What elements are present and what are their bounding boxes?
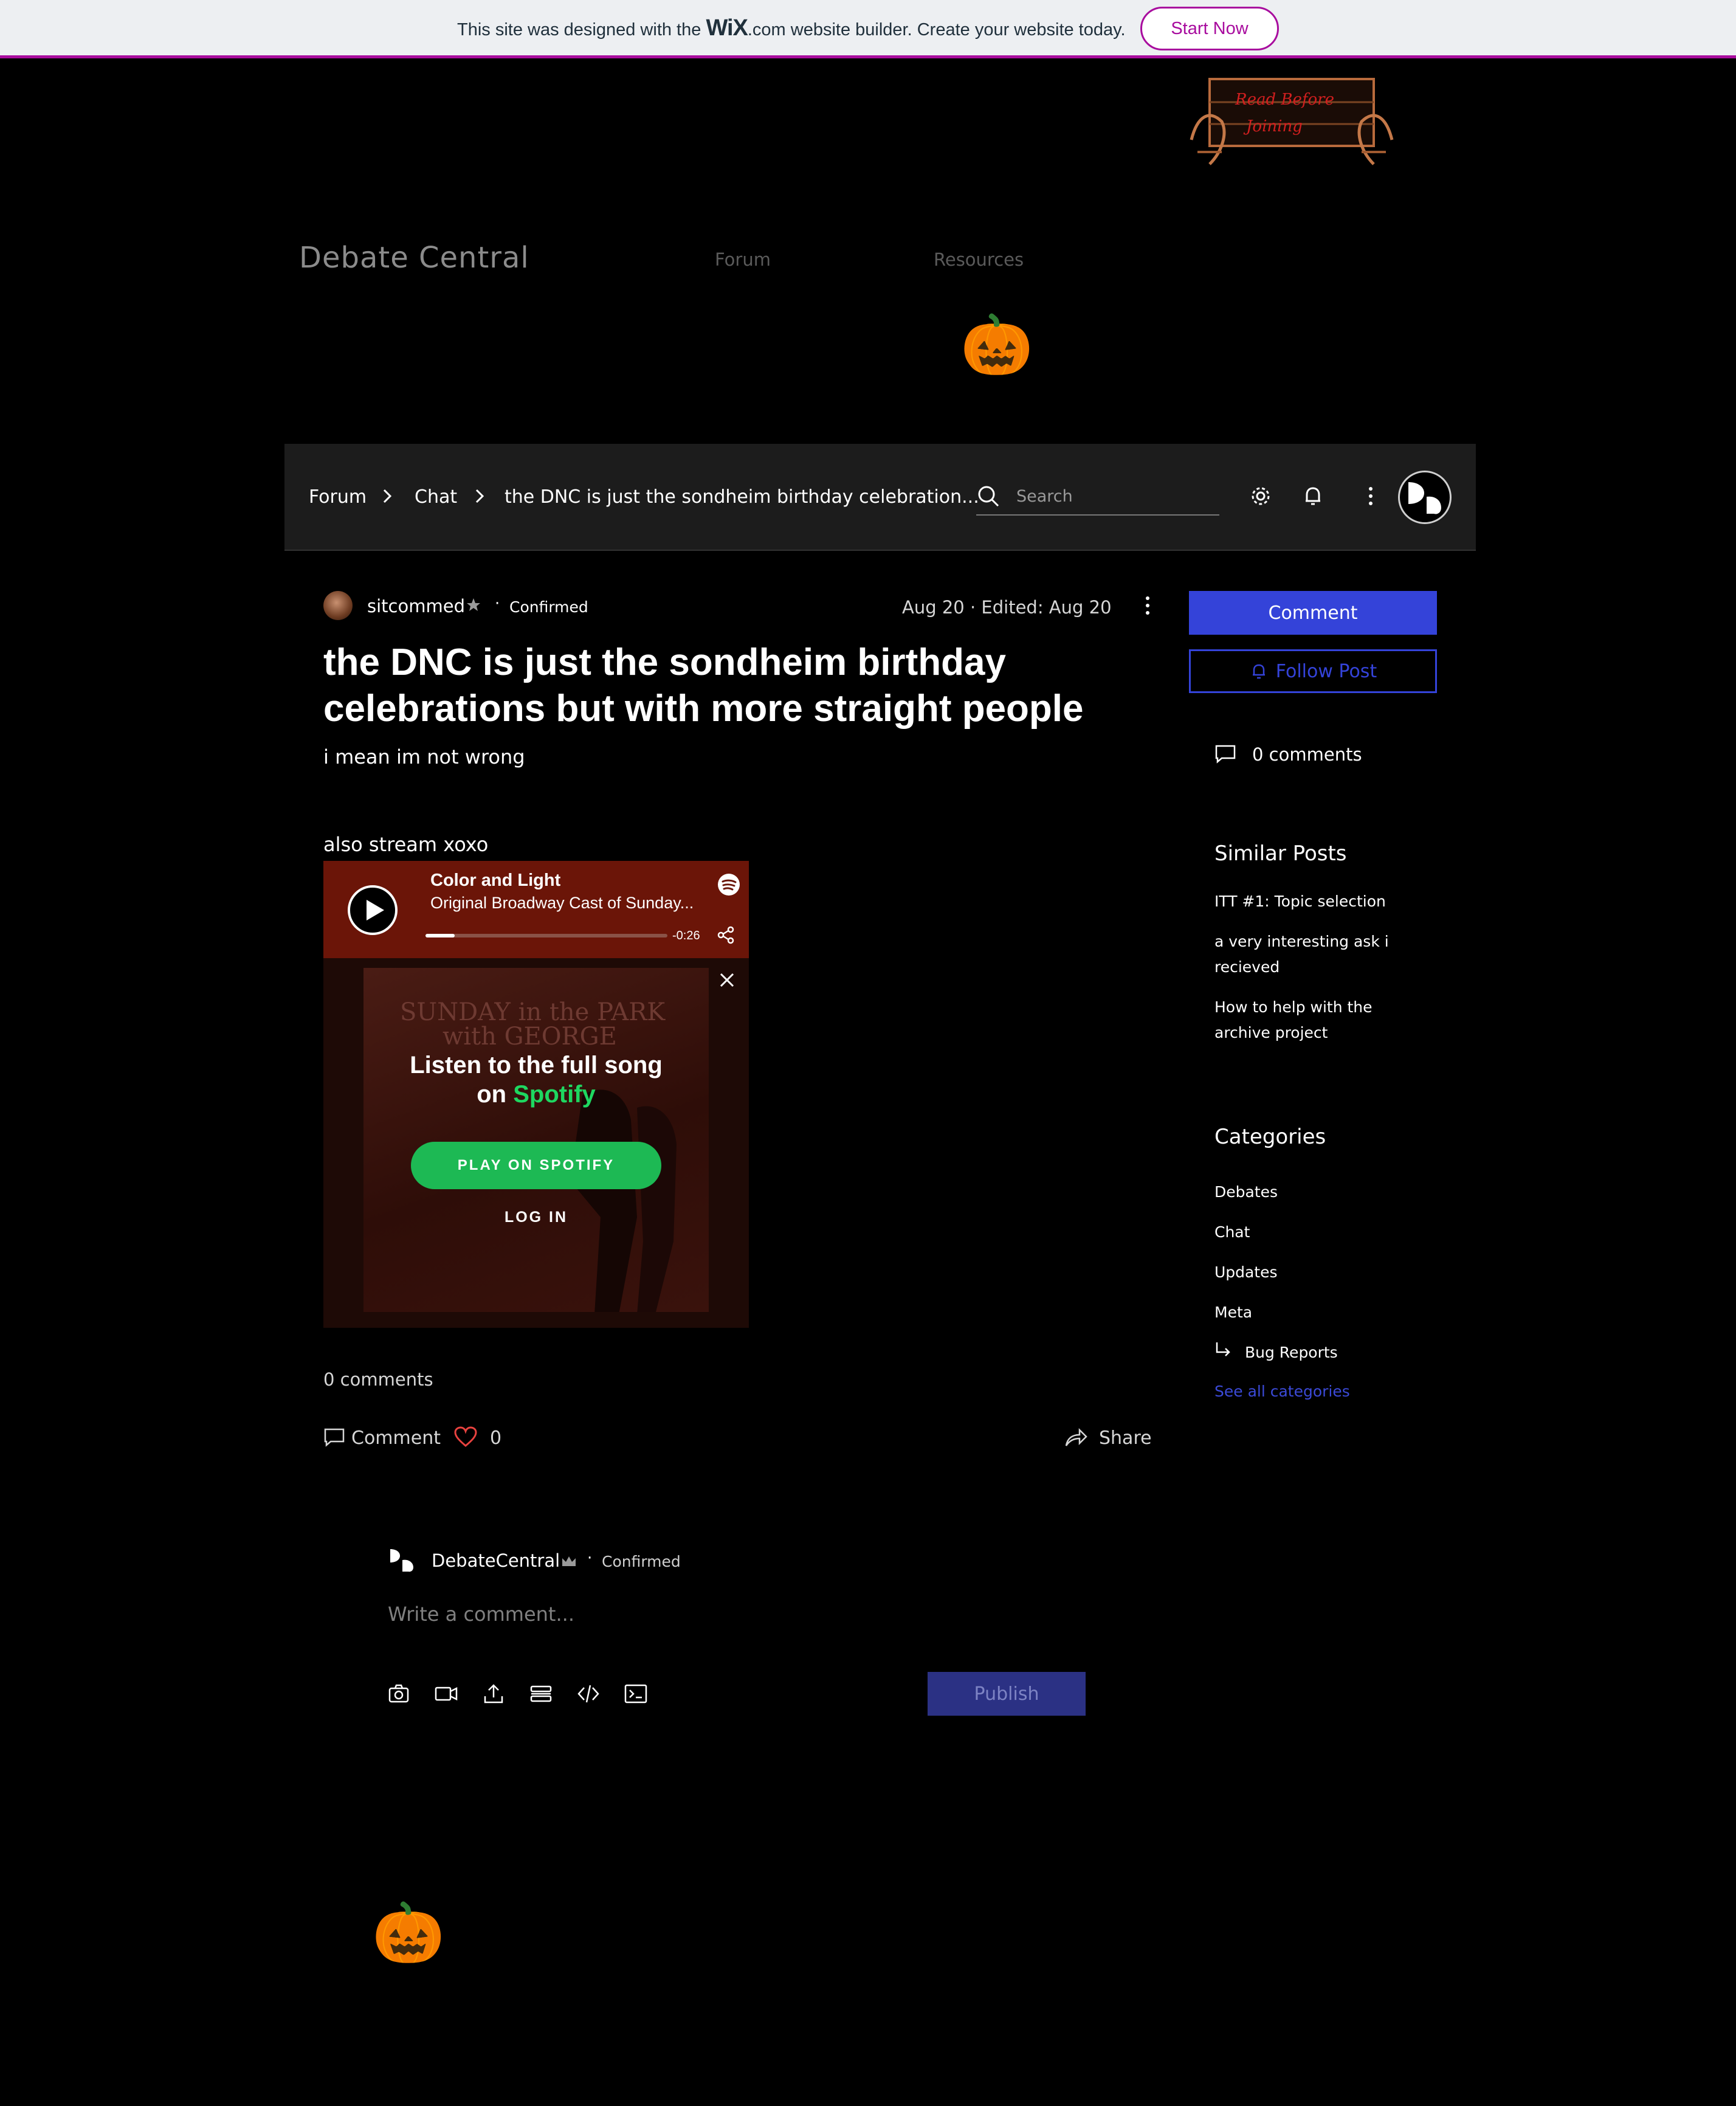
post-comments-count: 0 comments xyxy=(323,1369,433,1390)
post-title: the DNC is just the sondheim birthday ce… xyxy=(323,641,1084,730)
nav-forum[interactable]: Forum xyxy=(715,249,771,270)
chevron-right-icon xyxy=(383,489,392,503)
post-more-options-icon[interactable] xyxy=(1140,593,1155,618)
site-title[interactable]: Debate Central xyxy=(299,241,529,275)
nav-resources[interactable]: Resources xyxy=(934,249,1024,270)
album-art-image: SUNDAY in the PARK with GEORGE xyxy=(363,968,709,1312)
code-icon[interactable] xyxy=(576,1682,601,1706)
category-link-updates[interactable]: Updates xyxy=(1214,1260,1278,1285)
commenter-name: DebateCentral xyxy=(432,1550,560,1571)
pumpkin-decoration: 🎃 xyxy=(960,311,1033,379)
categories-heading: Categories xyxy=(1214,1125,1326,1149)
separator-dot: · xyxy=(587,1549,593,1567)
start-now-button[interactable]: Start Now xyxy=(1140,7,1279,50)
comment-icon xyxy=(1215,745,1236,764)
similar-post-link[interactable]: a very interesting ask i recieved xyxy=(1214,929,1421,980)
bell-icon xyxy=(1252,664,1265,679)
pumpkin-decoration-footer: 🎃 xyxy=(372,1899,445,1967)
play-on-spotify-button[interactable]: PLAY ON SPOTIFY xyxy=(411,1142,661,1189)
category-link-meta[interactable]: Meta xyxy=(1214,1300,1252,1325)
commenter-badge: Confirmed xyxy=(602,1553,681,1570)
breadcrumb-forum[interactable]: Forum xyxy=(309,486,367,508)
spotify-login-link[interactable]: LOG IN xyxy=(411,1209,661,1226)
post-body: i mean im not wrong xyxy=(323,745,525,768)
album-art-subtitle: with GEORGE xyxy=(443,1023,617,1051)
sidebar-comments-count: 0 comments xyxy=(1252,744,1362,765)
commenter-avatar xyxy=(390,1549,413,1572)
similar-posts-heading: Similar Posts xyxy=(1214,841,1347,866)
publish-button[interactable]: Publish xyxy=(928,1672,1086,1716)
spotify-progress-fill xyxy=(425,934,455,937)
follow-post-button[interactable]: Follow Post xyxy=(1189,649,1437,693)
embed-icon[interactable] xyxy=(624,1682,648,1706)
comment-action[interactable]: Comment xyxy=(351,1428,441,1449)
read-before-joining-sign-image[interactable]: Read Before Joining xyxy=(1185,61,1398,170)
gear-icon[interactable] xyxy=(1249,484,1273,508)
post-date: Aug 20 · Edited: Aug 20 xyxy=(902,597,1112,618)
share-icon[interactable] xyxy=(716,925,735,945)
sign-text-line2: Joining xyxy=(1243,117,1303,136)
separator-dot: · xyxy=(495,595,500,613)
post-edited: Edited: Aug 20 xyxy=(981,597,1112,618)
crown-icon xyxy=(562,1556,576,1566)
sidebar-comment-button[interactable]: Comment xyxy=(1189,591,1437,635)
follow-post-label: Follow Post xyxy=(1275,660,1377,682)
author-avatar[interactable] xyxy=(323,591,353,620)
similar-post-link[interactable]: How to help with the archive project xyxy=(1214,995,1421,1046)
play-icon[interactable] xyxy=(346,884,399,936)
close-icon[interactable] xyxy=(717,970,737,990)
like-count: 0 xyxy=(490,1428,502,1449)
star-icon xyxy=(467,598,480,611)
more-options-icon[interactable] xyxy=(1362,484,1380,508)
similar-post-link[interactable]: ITT #1: Topic selection xyxy=(1214,889,1421,914)
category-link-chat[interactable]: Chat xyxy=(1214,1220,1250,1245)
heart-icon[interactable] xyxy=(453,1426,478,1448)
wix-banner-text: This site was designed with the WiX.com … xyxy=(457,15,1126,41)
comment-icon[interactable] xyxy=(323,1426,345,1448)
author-badge: Confirmed xyxy=(509,598,588,616)
spotify-listen-prompt: Listen to the full song on Spotify xyxy=(410,1052,663,1108)
spotify-progress-bar[interactable] xyxy=(425,934,667,937)
subcategory-arrow-icon xyxy=(1216,1342,1230,1356)
breadcrumb-current-post: the DNC is just the sondheim birthday ce… xyxy=(505,486,979,508)
divider-icon[interactable] xyxy=(529,1682,553,1706)
user-avatar[interactable] xyxy=(1398,471,1452,524)
sign-text-line1: Read Before xyxy=(1235,91,1334,109)
category-link-bug-reports[interactable]: Bug Reports xyxy=(1245,1340,1338,1365)
author-name[interactable]: sitcommed xyxy=(367,596,465,616)
breadcrumb-chat[interactable]: Chat xyxy=(415,486,457,508)
see-all-categories-link[interactable]: See all categories xyxy=(1214,1383,1350,1400)
share-arrow-icon[interactable] xyxy=(1064,1426,1088,1448)
spotify-logo-icon[interactable] xyxy=(717,873,740,896)
video-icon[interactable] xyxy=(434,1682,458,1706)
wix-logo[interactable]: WiX xyxy=(706,15,748,41)
chevron-right-icon xyxy=(475,489,484,503)
spotify-artist[interactable]: Original Broadway Cast of Sunday... xyxy=(430,894,694,913)
share-action[interactable]: Share xyxy=(1099,1428,1152,1449)
camera-icon[interactable] xyxy=(387,1682,411,1706)
comment-input[interactable] xyxy=(388,1599,1081,1629)
spotify-track-title[interactable]: Color and Light xyxy=(430,871,560,891)
search-underline xyxy=(976,514,1219,516)
post-body-stream: also stream xoxo xyxy=(323,833,489,856)
search-input[interactable] xyxy=(1016,484,1217,508)
category-link-debates[interactable]: Debates xyxy=(1214,1179,1278,1205)
upload-icon[interactable] xyxy=(481,1682,506,1706)
bell-icon[interactable] xyxy=(1301,484,1325,508)
spotify-time-remaining: -0:26 xyxy=(672,929,700,942)
search-icon[interactable] xyxy=(976,484,1001,508)
